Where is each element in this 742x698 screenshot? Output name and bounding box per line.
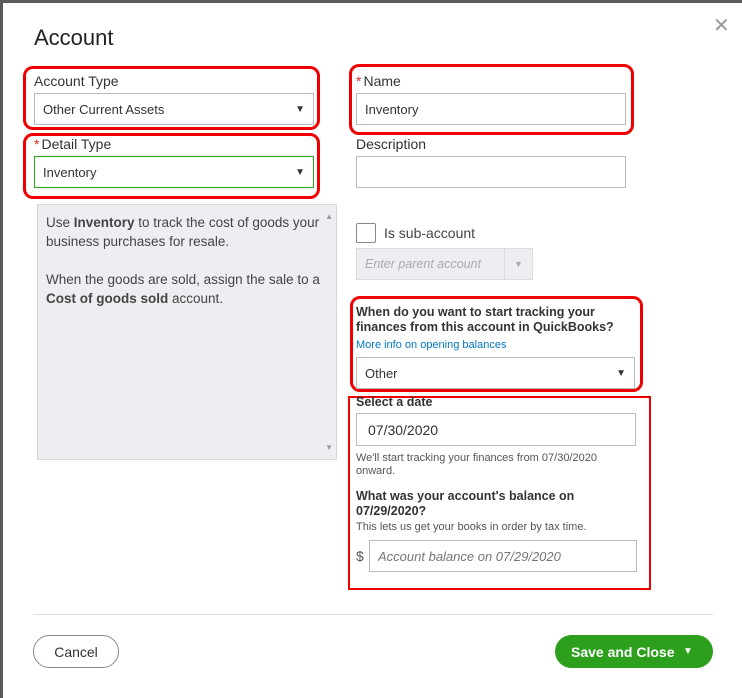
tracking-question: When do you want to start tracking your …	[356, 305, 614, 334]
currency-symbol: $	[356, 548, 364, 564]
chevron-down-icon[interactable]: ▼	[683, 646, 693, 657]
account-type-label: Account Type	[34, 73, 119, 89]
dialog-title: Account	[34, 25, 114, 50]
parent-account-select[interactable]: Enter parent account ▼	[356, 248, 533, 280]
tracking-select[interactable]: Other ▼	[356, 357, 635, 389]
balance-input[interactable]	[369, 540, 637, 572]
parent-account-placeholder: Enter parent account	[365, 257, 482, 271]
opening-balances-link[interactable]: More info on opening balances	[356, 339, 506, 351]
footer-divider	[33, 614, 713, 615]
description-input[interactable]	[356, 156, 626, 188]
name-label: * Name	[356, 73, 401, 89]
save-and-close-button[interactable]: Save and Close ▼	[555, 635, 713, 668]
scroll-down-icon[interactable]: ▼	[325, 438, 333, 457]
chevron-down-icon: ▼	[504, 249, 532, 279]
chevron-down-icon: ▼	[295, 103, 305, 115]
close-icon[interactable]: ✕	[713, 13, 730, 38]
name-input[interactable]: Inventory	[356, 93, 626, 125]
chevron-down-icon: ▼	[295, 166, 305, 178]
date-note: We'll start tracking your finances from …	[356, 452, 597, 477]
scroll-up-icon[interactable]: ▲	[325, 207, 333, 226]
cancel-button[interactable]: Cancel	[33, 635, 119, 668]
balance-note: This lets us get your books in order by …	[356, 521, 587, 533]
date-input[interactable]: 07/30/2020	[356, 413, 636, 446]
save-label: Save and Close	[571, 643, 675, 660]
date-label: Select a date	[356, 395, 433, 409]
chevron-down-icon: ▼	[616, 367, 626, 379]
detail-type-help: Use Inventory to track the cost of goods…	[37, 204, 337, 460]
detail-type-label: * Detail Type	[34, 136, 112, 152]
tracking-value: Other	[365, 365, 398, 381]
sub-account-checkbox[interactable]	[356, 223, 376, 243]
detail-type-select[interactable]: Inventory ▼	[34, 156, 314, 188]
description-label: Description	[356, 136, 427, 152]
detail-type-value: Inventory	[43, 164, 97, 180]
account-type-select[interactable]: Other Current Assets ▼	[34, 93, 314, 125]
sub-account-label: Is sub-account	[384, 225, 476, 241]
balance-question: What was your account's balance on 07/29…	[356, 489, 575, 518]
account-dialog: Account ✕ Account Type Other Current Ass…	[3, 3, 742, 698]
account-type-value: Other Current Assets	[43, 101, 165, 117]
